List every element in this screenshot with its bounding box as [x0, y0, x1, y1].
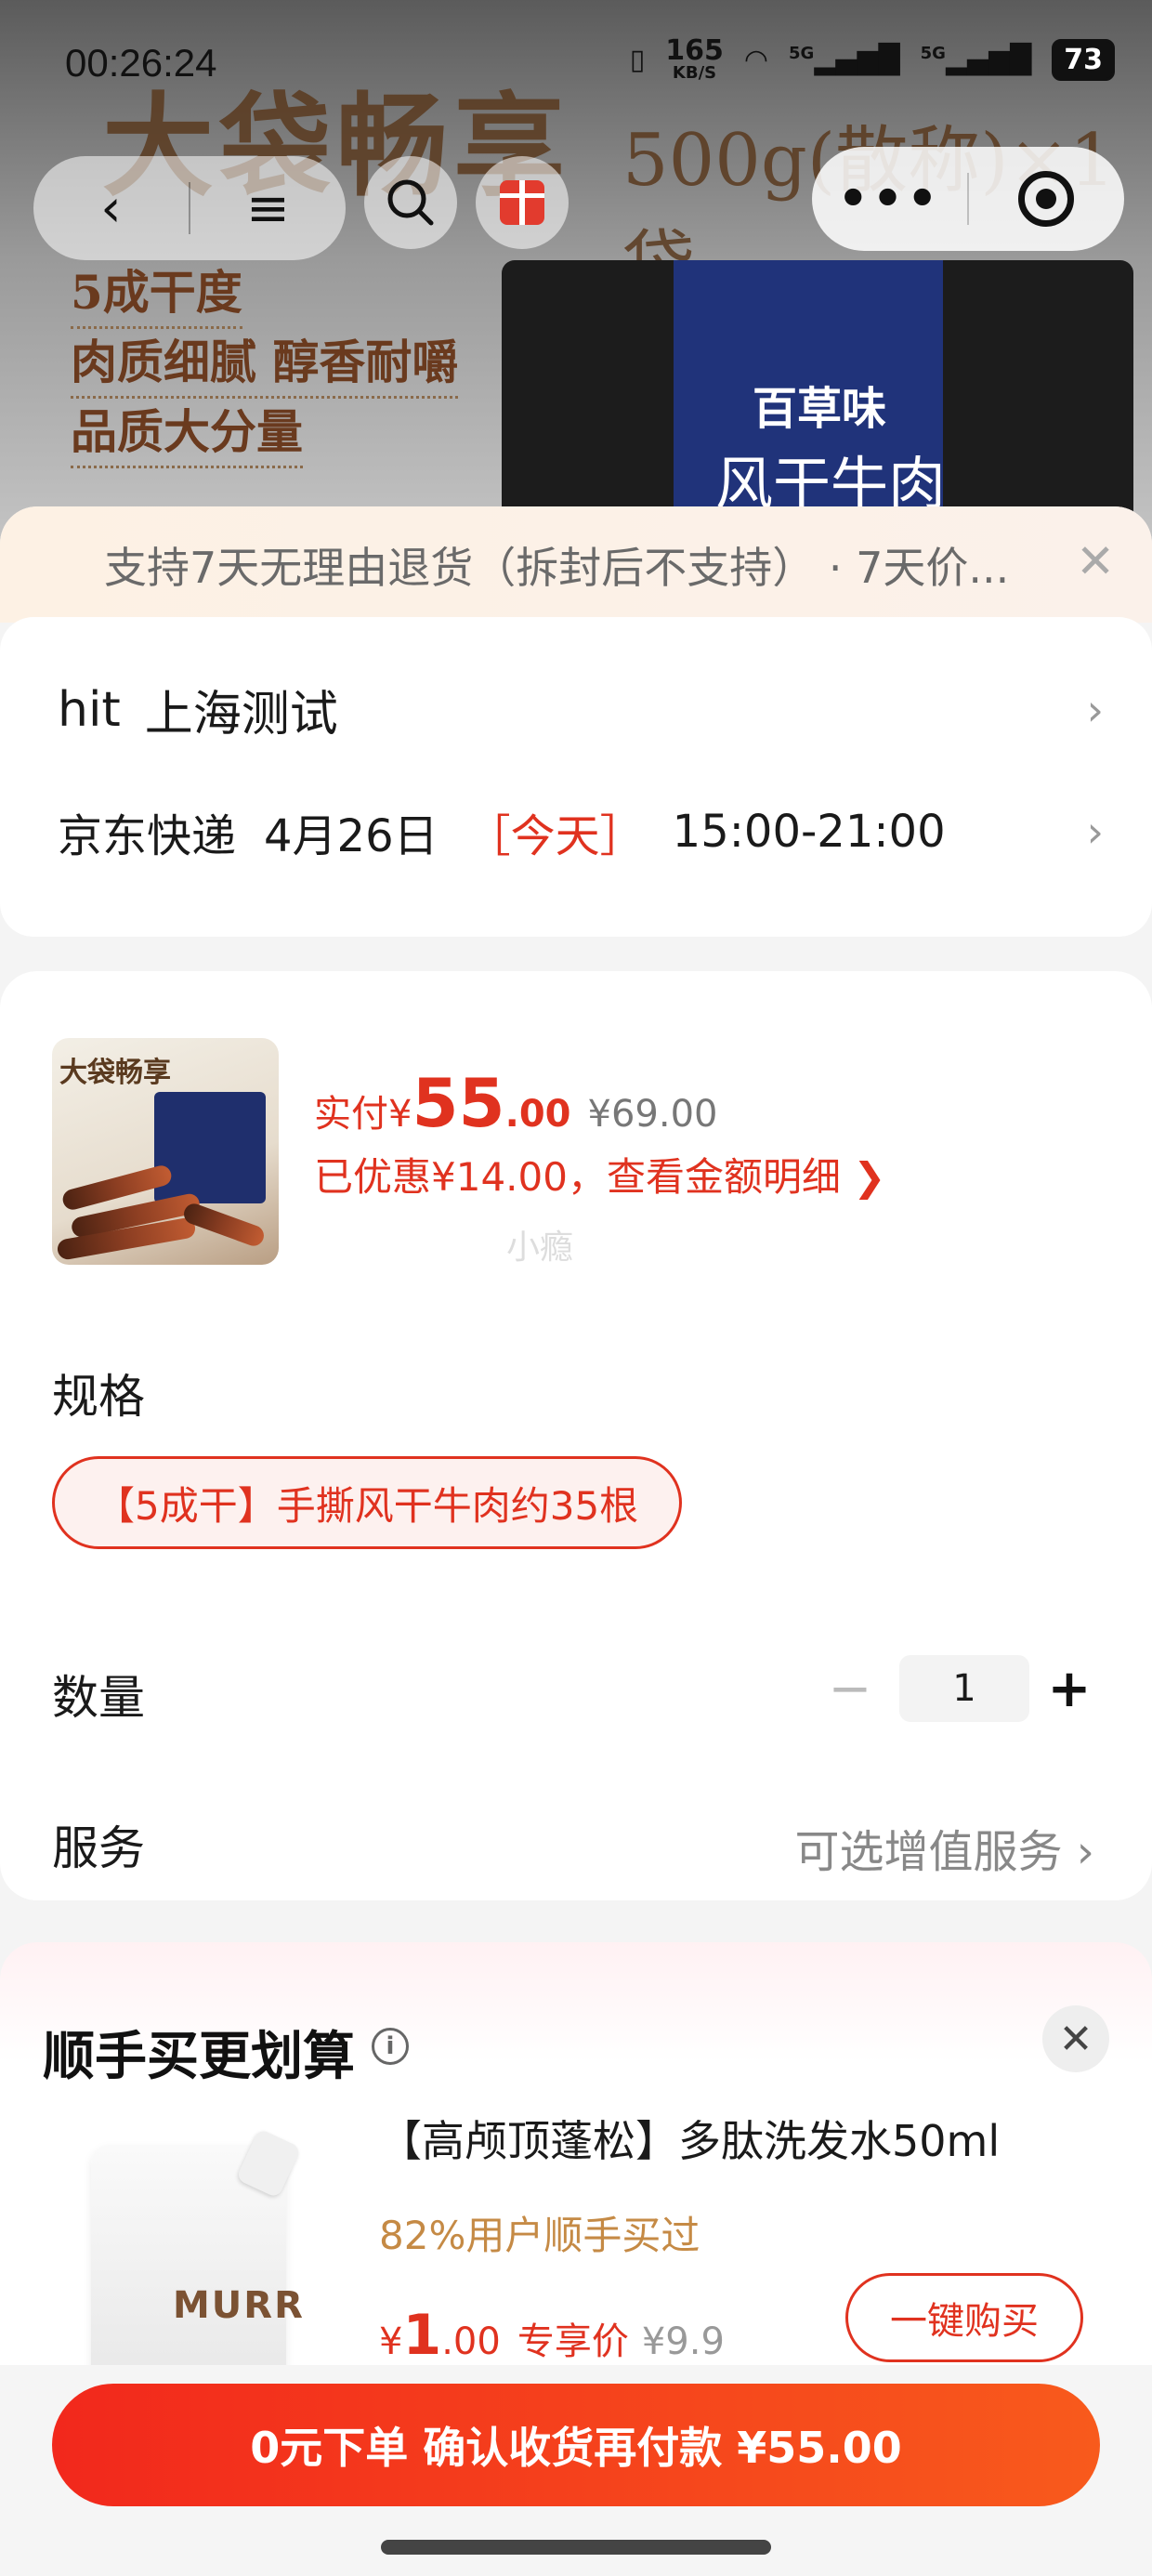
status-time: 00:26:24 — [65, 41, 217, 85]
chevron-left-icon: ‹ — [100, 177, 122, 239]
address-row[interactable]: hit 上海测试 › — [58, 675, 1104, 744]
gift-icon — [500, 180, 544, 225]
pouch-brand: MURR — [173, 2284, 305, 2327]
upsell-price: ¥ 1 .00 专享价 ¥9.9 — [379, 2303, 725, 2368]
delivery-date: 4月26日 — [264, 810, 439, 862]
address-card: hit 上海测试 › 京东快递 4月26日 ［今天］ 15:00-21:00 › — [0, 617, 1152, 937]
vibrate-icon: ▯ — [629, 43, 646, 76]
recipient-name: hit — [58, 681, 121, 738]
signal-icon-1: 5G▂▄▆█ — [789, 43, 900, 76]
upsell-close-button[interactable]: ✕ — [1042, 2005, 1109, 2072]
upsell-price-currency: ¥ — [379, 2320, 403, 2363]
wifi-icon: ◠ — [743, 43, 769, 76]
paid-price-int: 55 — [412, 1064, 505, 1142]
thumb-pack — [154, 1092, 266, 1203]
nav-pill: ‹ ≡ — [33, 156, 346, 260]
pouch-spout — [235, 2128, 302, 2199]
chevron-right-icon: › — [1086, 807, 1104, 857]
miniapp-capsule: ••• — [812, 147, 1124, 251]
notice-close-icon[interactable]: ✕ — [1076, 538, 1115, 585]
signal-label-1: 5G — [789, 43, 815, 63]
paid-label: 实付¥ — [314, 1093, 412, 1136]
price-line: 实付¥ 55 .00 ¥69.00 — [314, 1064, 717, 1142]
signal-icon-2: 5G▂▄▆█ — [920, 43, 1032, 76]
more-dots-icon: ••• — [837, 171, 942, 227]
target-icon — [1018, 171, 1075, 227]
menu-button[interactable]: ≡ — [190, 156, 346, 260]
decrement-button[interactable]: − — [818, 1659, 883, 1719]
delivery-row[interactable]: 京东快递 4月26日 ［今天］ 15:00-21:00 › — [58, 799, 1104, 864]
increment-button[interactable]: + — [1046, 1659, 1093, 1719]
search-icon — [387, 179, 434, 226]
hero-feature-3: 品质大分量 — [71, 395, 303, 468]
upsell-title: 顺手买更划算 — [43, 2027, 355, 2087]
upsell-price-int: 1 — [402, 2303, 442, 2368]
net-speed-unit: KB/S — [672, 63, 717, 83]
upsell-price-dec: .00 — [441, 2320, 501, 2363]
quantity-stepper: − 1 + — [818, 1655, 1093, 1722]
upsell-price-tag: 专享价 — [517, 2320, 629, 2363]
service-label: 服务 — [52, 1821, 145, 1875]
home-indicator[interactable] — [381, 2540, 771, 2555]
original-price: ¥69.00 — [587, 1093, 718, 1136]
search-button[interactable] — [364, 156, 457, 249]
delivery-time-window: 15:00-21:00 — [672, 806, 946, 858]
hero-feature-2: 肉质细腻 醇香耐嚼 — [71, 325, 459, 399]
service-select[interactable]: 可选增值服务 › — [795, 1815, 1094, 1880]
gift-button[interactable] — [476, 156, 569, 249]
hero-feature-1: 5成干度 — [71, 256, 242, 329]
thumb-jerky — [180, 1201, 268, 1249]
upsell-stat: 82%用户顺手买过 — [379, 2213, 700, 2258]
product-hero-image: 大袋畅享 500g(散称)×1袋 5成干度 肉质细腻 醇香耐嚼 品质大分量 百草… — [0, 0, 1152, 576]
product-thumbnail[interactable]: 大袋畅享 — [52, 1038, 279, 1265]
status-icons: ▯ 165 KB/S ◠ 5G▂▄▆█ 5G▂▄▆█ 73 — [630, 37, 1115, 82]
upsell-product-name[interactable]: 【高颅顶蓬松】多肽洗发水50ml — [379, 2108, 1000, 2169]
paid-price-dec: .00 — [504, 1093, 571, 1136]
spec-label: 规格 — [52, 1370, 145, 1424]
discount-details-link[interactable]: 已优惠¥14.00，查看金额明细 ❯ — [314, 1146, 886, 1203]
spec-option-selected[interactable]: 【5成干】手撕风干牛肉约35根 — [52, 1456, 683, 1549]
return-policy-notice[interactable]: 支持7天无理由退货（拆封后不支持） · 7天价... ✕ — [0, 506, 1152, 623]
bottom-bar: 0元下单 确认收货再付款 ¥55.00 — [0, 2365, 1152, 2576]
quantity-label: 数量 — [52, 1671, 145, 1725]
pack-brand: 百草味 — [753, 383, 887, 435]
more-button[interactable]: ••• — [812, 147, 967, 251]
thumb-title: 大袋畅享 — [59, 1057, 171, 1089]
order-card: 大袋畅享 实付¥ 55 .00 ¥69.00 已优惠¥14.00，查看金额明细 … — [0, 971, 1152, 1900]
battery-icon: 73 — [1052, 38, 1115, 81]
net-speed-value: 165 — [665, 34, 724, 67]
recipient-location: 上海测试 — [144, 687, 338, 743]
upsell-original-price: ¥9.9 — [641, 2320, 725, 2363]
net-speed: 165 KB/S — [665, 37, 724, 82]
info-icon[interactable]: i — [372, 2028, 409, 2065]
watermark: 小瘾 — [506, 1229, 574, 1267]
courier-name: 京东快递 — [58, 810, 237, 862]
quantity-input[interactable]: 1 — [899, 1655, 1029, 1722]
today-tag: ［今天］ — [465, 810, 645, 862]
close-miniapp-button[interactable] — [969, 147, 1124, 251]
submit-order-button[interactable]: 0元下单 确认收货再付款 ¥55.00 — [52, 2384, 1100, 2506]
notice-text: 支持7天无理由退货（拆封后不支持） · 7天价... — [104, 542, 1010, 593]
back-button[interactable]: ‹ — [33, 156, 189, 260]
signal-label-2: 5G — [920, 43, 946, 63]
chevron-right-icon: › — [1086, 684, 1104, 735]
order-sheet: 支持7天无理由退货（拆封后不支持） · 7天价... ✕ hit 上海测试 › … — [0, 506, 1152, 2576]
one-click-buy-button[interactable]: 一键购买 — [845, 2273, 1083, 2362]
hamburger-icon: ≡ — [246, 177, 290, 239]
